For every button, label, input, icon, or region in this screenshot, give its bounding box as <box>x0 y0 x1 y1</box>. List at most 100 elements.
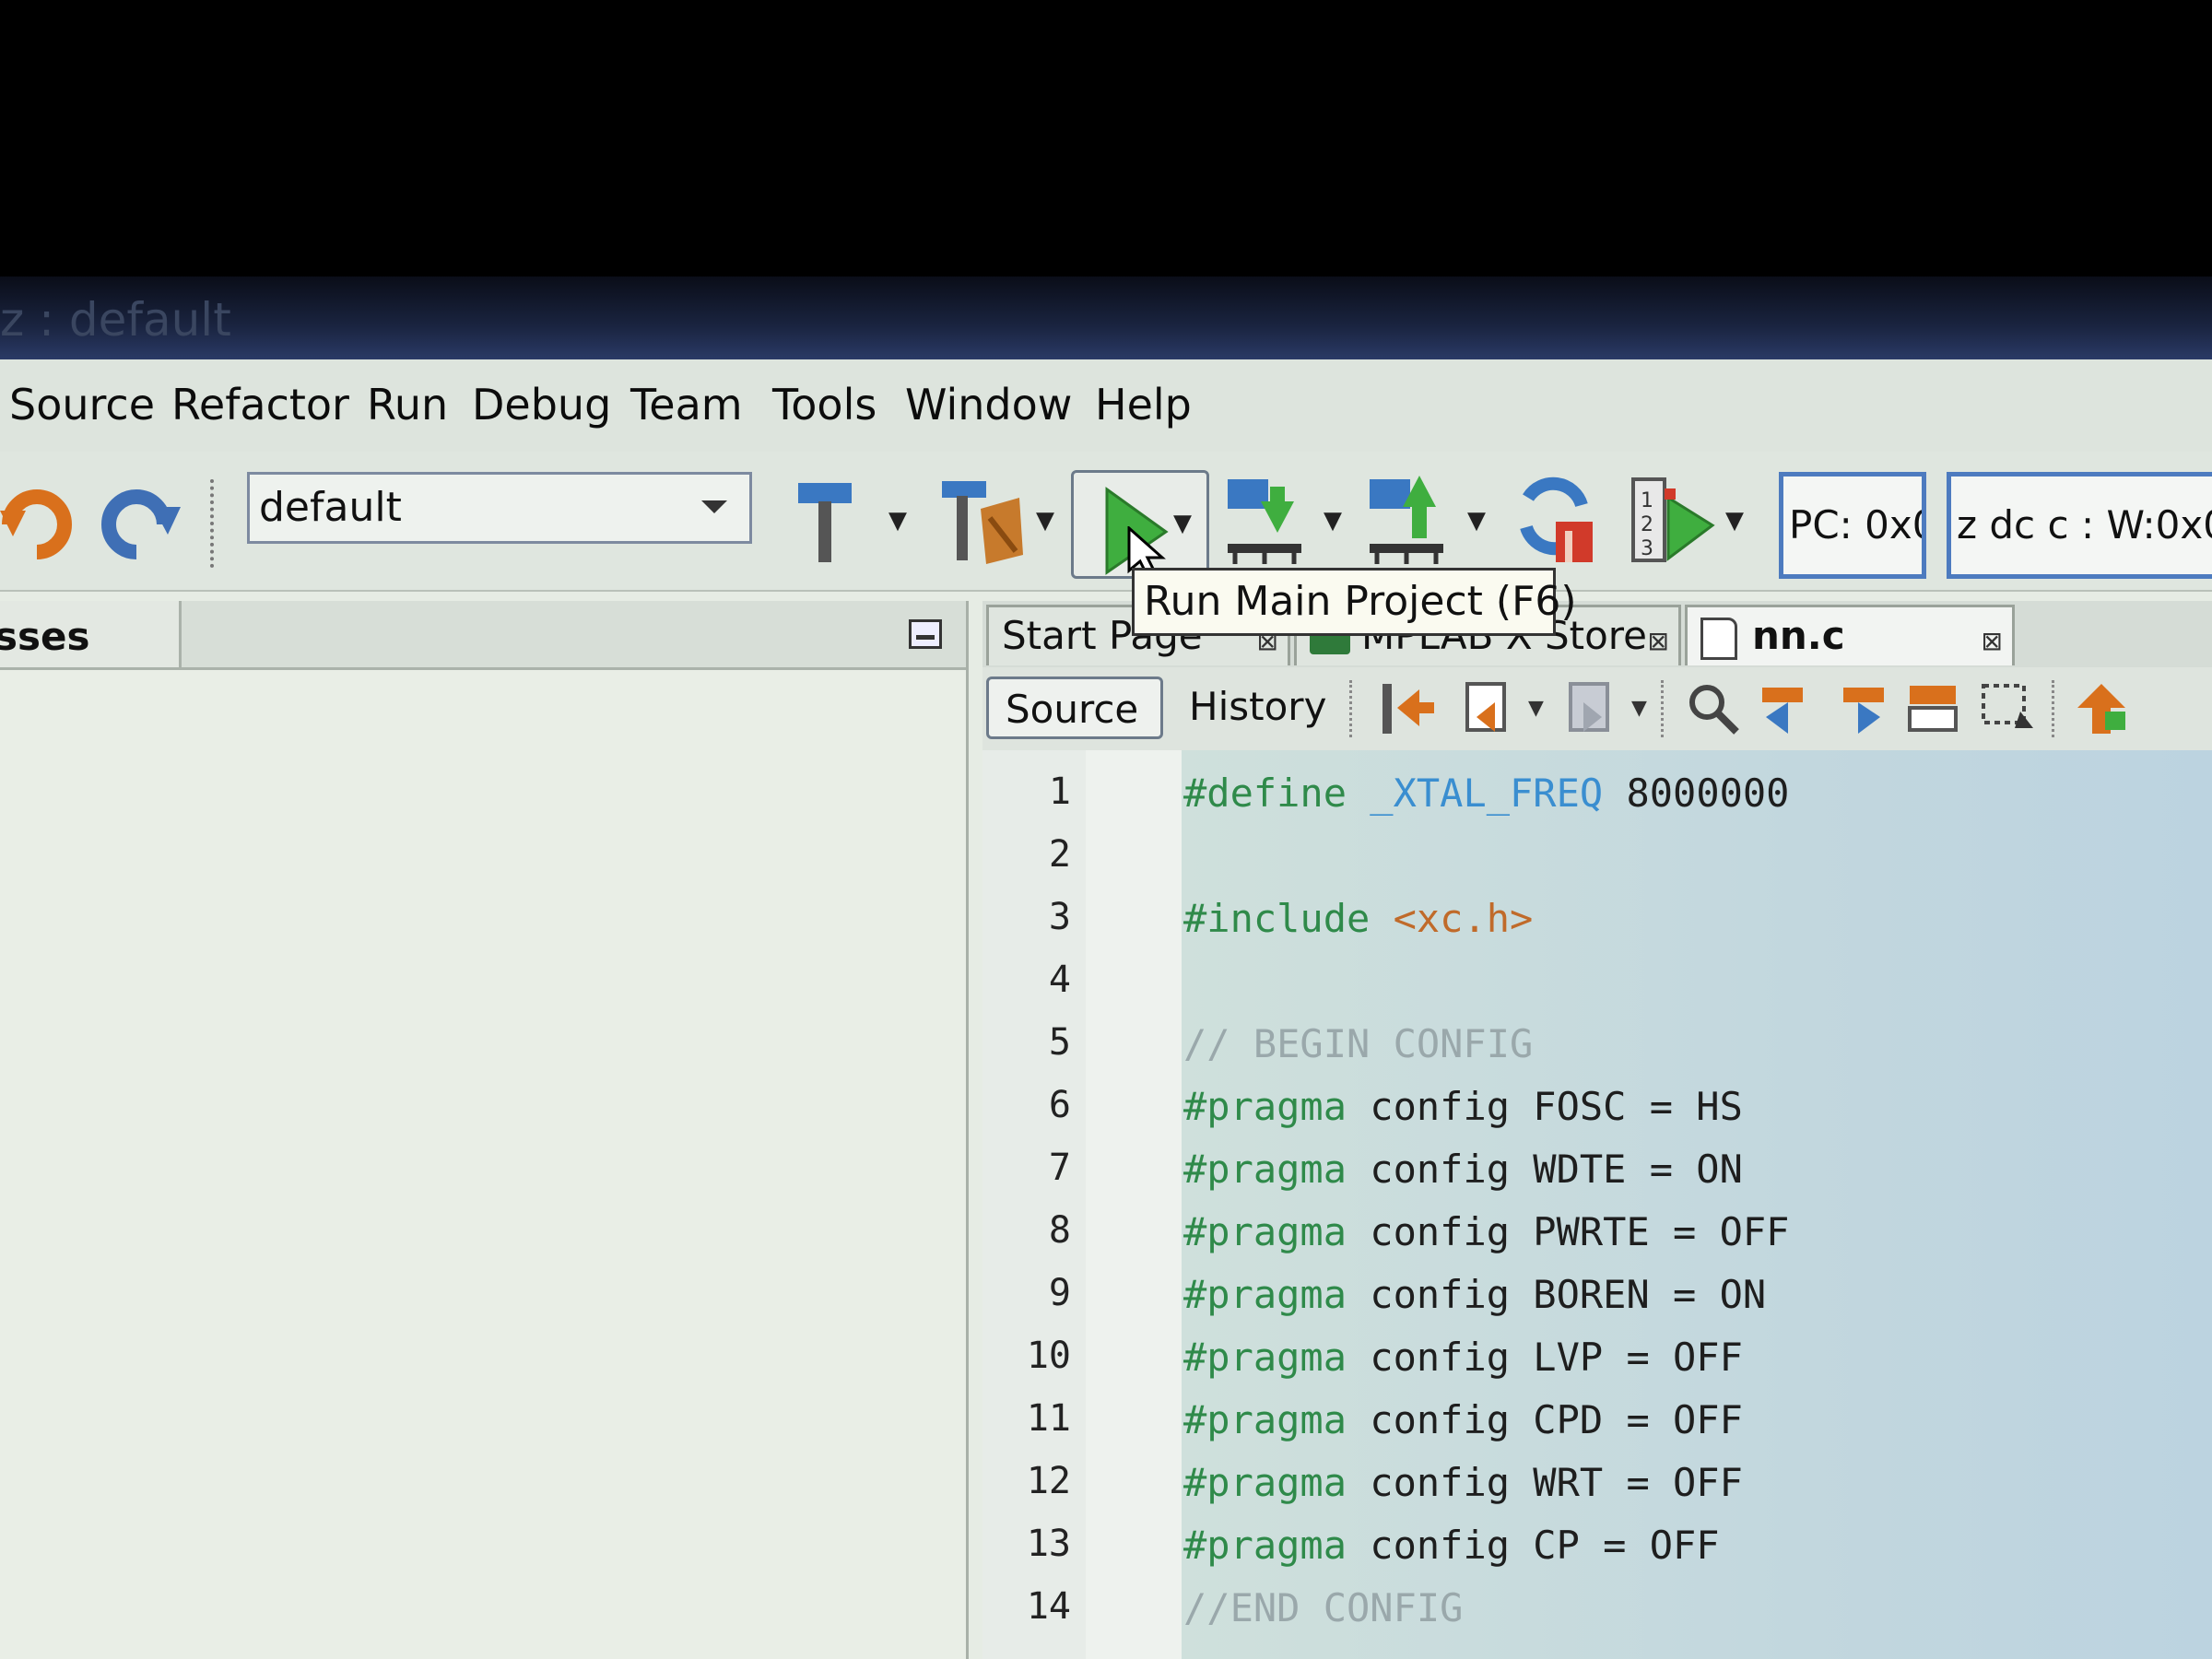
code-line[interactable]: #pragma config LVP = OFF <box>1183 1335 1743 1380</box>
classes-tab-label: sses <box>0 614 90 659</box>
code-line[interactable]: #pragma config WDTE = ON <box>1183 1147 1743 1192</box>
rectangular-selection-icon[interactable] <box>1978 680 2037 737</box>
code-line[interactable]: // BEGIN CONFIG <box>1183 1021 1533 1066</box>
clean-build-dropdown-caret[interactable]: ▼ <box>1036 507 1054 535</box>
code-line[interactable]: #pragma config CPD = OFF <box>1183 1397 1743 1442</box>
status-register-readout: z dc c : W:0x0 <box>1947 472 2212 579</box>
source-view-button[interactable]: Source <box>986 677 1163 739</box>
code-token: #include <box>1183 896 1394 941</box>
menu-tools[interactable]: Tools <box>772 380 877 429</box>
menu-refactor[interactable]: Refactor <box>171 380 349 429</box>
code-token: 8000000 <box>1603 771 1790 816</box>
svg-text:1: 1 <box>1641 489 1653 512</box>
program-dropdown-caret[interactable]: ▼ <box>1324 507 1342 535</box>
line-number: 12 <box>1026 1460 1071 1502</box>
code-token: #pragma <box>1183 1460 1347 1505</box>
line-number: 14 <box>1026 1585 1071 1628</box>
line-number: 13 <box>1026 1523 1071 1565</box>
read-dropdown-caret[interactable]: ▼ <box>1467 507 1486 535</box>
code-token: #define <box>1183 771 1371 816</box>
tab-nn-c-label: nn.c <box>1752 613 1845 658</box>
line-number: 9 <box>1048 1272 1071 1314</box>
previous-bookmark-icon[interactable] <box>2072 680 2131 737</box>
classes-panel-header: sses <box>0 601 966 670</box>
line-number: 1 <box>1048 771 1071 813</box>
line-number: 3 <box>1048 896 1071 938</box>
code-line[interactable]: #pragma config FOSC = HS <box>1183 1084 1743 1129</box>
debug-main-project-icon[interactable]: 1 2 3 <box>1628 470 1716 571</box>
window-title: z : default <box>0 293 231 347</box>
close-icon[interactable]: ⊠ <box>1648 626 1669 656</box>
code-token: config CP = OFF <box>1347 1523 1720 1568</box>
editor-toolbar: Source History ▼ ▼ <box>982 667 2212 753</box>
clean-build-icon[interactable] <box>935 472 1027 568</box>
back-dropdown-caret[interactable]: ▼ <box>1528 697 1544 720</box>
code-token: #pragma <box>1183 1147 1347 1192</box>
forward-dropdown-caret[interactable]: ▼ <box>1631 697 1647 720</box>
line-number: 4 <box>1048 959 1071 1001</box>
code-token: config WRT = OFF <box>1347 1460 1743 1505</box>
line-number: 7 <box>1048 1147 1071 1189</box>
menu-window[interactable]: Window <box>905 380 1072 429</box>
menu-team[interactable]: Team <box>630 380 743 429</box>
menu-source[interactable]: Source <box>9 380 155 429</box>
toolbar-separator <box>1349 680 1356 737</box>
read-device-icon[interactable] <box>1362 470 1451 570</box>
line-number: 6 <box>1048 1084 1071 1126</box>
hold-in-reset-icon[interactable] <box>1510 470 1598 571</box>
run-main-project-tooltip: Run Main Project (F6) <box>1132 568 1577 636</box>
line-number: 10 <box>1026 1335 1071 1377</box>
find-icon[interactable] <box>1683 680 1742 737</box>
configuration-value: default <box>259 484 402 531</box>
code-line[interactable]: #pragma config BOREN = ON <box>1183 1272 1766 1317</box>
code-line[interactable]: #include <xc.h> <box>1183 896 1533 941</box>
toggle-highlight-icon[interactable] <box>1904 680 1963 737</box>
classes-panel: sses <box>0 601 969 1659</box>
menu-debug[interactable]: Debug <box>472 380 611 429</box>
code-token: #pragma <box>1183 1397 1347 1442</box>
svg-text:2: 2 <box>1641 513 1653 536</box>
code-token: config FOSC = HS <box>1347 1084 1743 1129</box>
debug-dropdown-caret[interactable]: ▼ <box>1725 507 1744 535</box>
code-token: // BEGIN CONFIG <box>1183 1021 1534 1066</box>
configuration-select[interactable]: default <box>247 472 752 544</box>
undo-icon[interactable] <box>0 483 74 566</box>
main-toolbar: default ▼ ▼ ▼ ▼ ▼ 1 2 3 ▼ PC: 0x0 z dc c… <box>0 452 2212 592</box>
last-edit-icon[interactable] <box>1379 680 1438 737</box>
code-token: #pragma <box>1183 1084 1347 1129</box>
code-token: #pragma <box>1183 1272 1347 1317</box>
find-previous-icon[interactable] <box>1757 680 1816 737</box>
code-token: _XTAL_FREQ <box>1370 771 1604 816</box>
program-device-icon[interactable] <box>1220 474 1309 570</box>
menu-help[interactable]: Help <box>1095 380 1192 429</box>
code-line[interactable]: #pragma config CP = OFF <box>1183 1523 1720 1568</box>
svg-text:3: 3 <box>1641 537 1653 560</box>
code-token: config BOREN = ON <box>1347 1272 1767 1317</box>
code-token: config WDTE = ON <box>1347 1147 1743 1192</box>
code-line[interactable]: //END CONFIG <box>1183 1585 1463 1630</box>
classes-tab[interactable]: sses <box>0 601 182 667</box>
minimize-panel-button[interactable] <box>909 619 942 649</box>
editor-pane: Start Page ⊠ MPLAB X Store ⊠ nn.c ⊠ Sour… <box>982 601 2212 1659</box>
redo-icon[interactable] <box>100 483 182 566</box>
run-main-project-button[interactable]: ▼ <box>1071 470 1209 582</box>
toolbar-separator <box>210 479 219 568</box>
code-line[interactable]: #pragma config PWRTE = OFF <box>1183 1209 1789 1254</box>
code-token: #pragma <box>1183 1335 1347 1380</box>
line-number: 5 <box>1048 1021 1071 1064</box>
code-line[interactable]: #pragma config WRT = OFF <box>1183 1460 1743 1505</box>
code-line[interactable]: #define _XTAL_FREQ 8000000 <box>1183 771 1789 816</box>
close-icon[interactable]: ⊠ <box>1982 626 2003 656</box>
build-dropdown-caret[interactable]: ▼ <box>888 507 907 535</box>
find-next-icon[interactable] <box>1830 680 1889 737</box>
run-dropdown-caret[interactable]: ▼ <box>1173 510 1192 537</box>
line-number: 8 <box>1048 1209 1071 1252</box>
tab-nn-c[interactable]: nn.c ⊠ <box>1685 605 2015 665</box>
menu-run[interactable]: Run <box>367 380 448 429</box>
back-icon[interactable] <box>1458 680 1517 737</box>
chevron-down-icon <box>701 500 727 513</box>
code-token: config LVP = OFF <box>1347 1335 1743 1380</box>
history-view-button[interactable]: History <box>1172 677 1338 739</box>
forward-icon[interactable] <box>1561 680 1620 737</box>
build-hammer-icon[interactable] <box>789 474 863 566</box>
